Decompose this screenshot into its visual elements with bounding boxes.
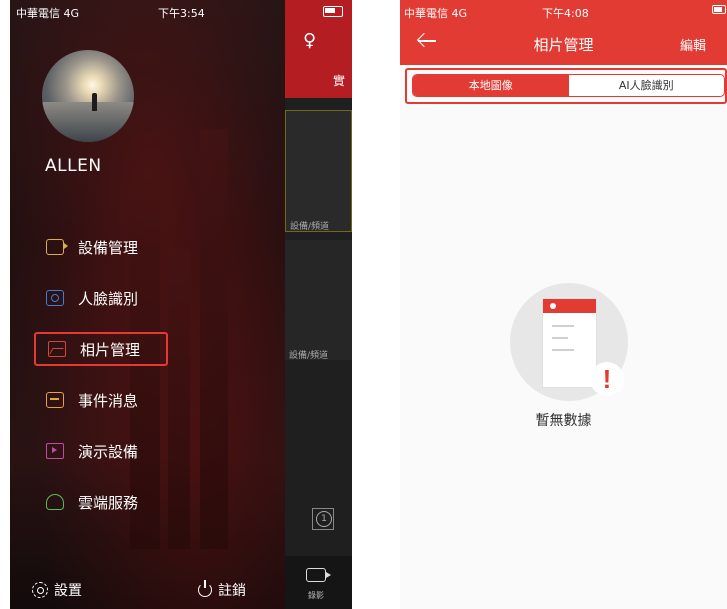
demo-play-icon (46, 443, 64, 459)
empty-message: 暫無數據 (535, 413, 592, 429)
underlying-screen-strip[interactable]: ♀ 實 設備/頻道 設備/頻道 1 錄影 (285, 0, 352, 609)
carrier-label: 中華電信 4G (404, 7, 468, 20)
avatar[interactable] (42, 50, 134, 142)
drawer-screen: 中華電信 4G 下午3:54 ♀ 實 設備/頻道 設備/頻道 1 錄影 ALLE… (10, 0, 352, 609)
menu-label: 相片管理 (80, 340, 141, 359)
photo-icon (48, 341, 66, 357)
segmented-tabs: 本地圖像 AI人臉識別 (412, 74, 725, 97)
tab-ai-face-recognition[interactable]: AI人臉識別 (569, 75, 725, 96)
battery-icon (323, 6, 343, 17)
document-line (552, 325, 574, 327)
status-bar: 中華電信 4G 下午3:54 (10, 0, 285, 22)
menu-item-cloud-service[interactable]: 雲端服務 (34, 485, 168, 519)
logout-button[interactable]: 註銷 (198, 580, 246, 600)
menu-item-device-management[interactable]: 設備管理 (34, 230, 168, 264)
record-label: 錄影 (308, 591, 324, 600)
clock-digit: 1 (316, 511, 332, 527)
document-line (552, 349, 574, 351)
warning-icon: ! (590, 362, 624, 396)
record-bar[interactable]: 錄影 (285, 556, 352, 609)
avatar-sea (42, 102, 134, 142)
strip-header: ♀ 實 (285, 0, 352, 98)
settings-label: 設置 (54, 583, 82, 599)
document-dot (550, 303, 556, 309)
menu-label: 演示設備 (78, 442, 139, 461)
message-icon (46, 392, 64, 408)
channel-card[interactable]: 設備/頻道 (285, 110, 352, 232)
tab-local-images[interactable]: 本地圖像 (413, 75, 569, 96)
playback-icon[interactable]: 1 (312, 508, 334, 530)
city-background (168, 249, 190, 549)
carrier-label: 中華電信 4G (16, 7, 80, 20)
record-icon[interactable] (306, 568, 331, 582)
menu-item-photo-management[interactable]: 相片管理 (34, 332, 168, 366)
face-recognition-icon (46, 290, 64, 306)
gear-icon (32, 582, 48, 598)
document-icon (543, 299, 596, 387)
power-icon (198, 580, 212, 597)
menu-label: 雲端服務 (78, 493, 139, 512)
document-header (543, 299, 596, 313)
avatar-person (92, 93, 97, 111)
camera-icon (46, 239, 68, 255)
cloud-icon (46, 494, 64, 510)
clock: 下午3:54 (158, 7, 205, 20)
clock: 下午4:08 (542, 7, 589, 20)
page-title: 相片管理 (533, 36, 594, 54)
menu-item-face-recognition[interactable]: 人臉識別 (34, 281, 168, 315)
channel-label: 設備/頻道 (290, 222, 330, 232)
menu-label: 事件消息 (78, 391, 139, 410)
drawer-bottom-bar: 設置 註銷 (10, 560, 285, 609)
settings-button[interactable]: 設置 (32, 580, 82, 600)
menu-item-demo-devices[interactable]: 演示設備 (34, 434, 168, 468)
menu-label: 人臉識別 (78, 289, 139, 308)
logout-label: 註銷 (218, 583, 246, 599)
channel-label: 設備/頻道 (289, 351, 329, 361)
battery-icon (712, 5, 726, 14)
document-line (552, 337, 568, 339)
photo-management-screen: 中華電信 4G 下午4:08 相片管理 編輯 本地圖像 AI人臉識別 ! 暫無數… (400, 0, 727, 609)
edit-button[interactable]: 編輯 (680, 35, 706, 54)
city-background (200, 129, 228, 549)
header: 中華電信 4G 下午4:08 相片管理 編輯 (400, 0, 727, 65)
tab-partial-label: 實 (333, 74, 346, 88)
channel-card[interactable]: 設備/頻道 (285, 240, 352, 361)
user-icon[interactable]: ♀ (303, 30, 323, 51)
username: ALLEN (45, 156, 102, 176)
menu-label: 設備管理 (78, 238, 139, 257)
menu-item-event-messages[interactable]: 事件消息 (34, 383, 168, 417)
